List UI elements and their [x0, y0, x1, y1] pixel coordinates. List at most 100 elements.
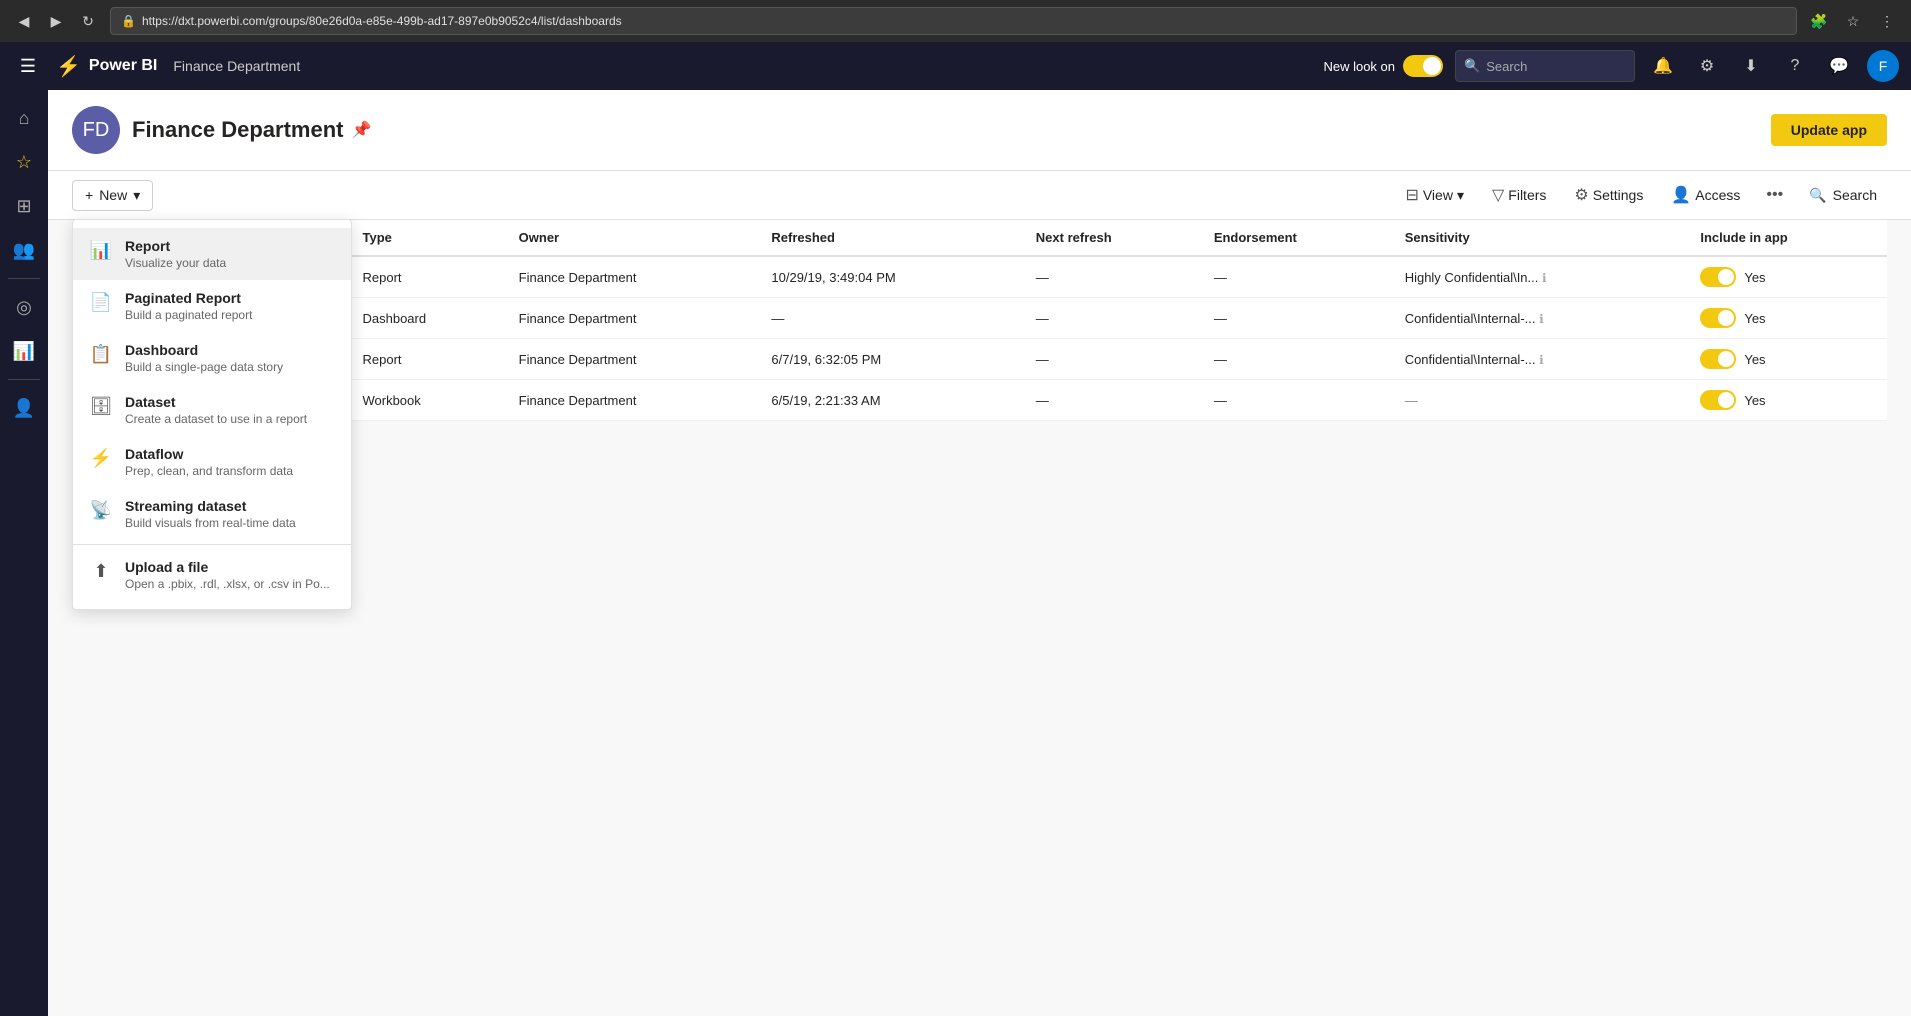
workspace-avatar: FD	[72, 106, 120, 154]
settings-button[interactable]: ⚙	[1691, 50, 1723, 82]
update-app-button[interactable]: Update app	[1771, 114, 1887, 146]
col-owner: Owner	[507, 220, 760, 256]
toggle-cell: Yes	[1700, 308, 1875, 328]
search-label: Search	[1833, 187, 1877, 203]
info-icon[interactable]: ℹ	[1539, 353, 1544, 367]
back-button[interactable]: ◀	[10, 7, 38, 35]
powerbi-text: Power BI	[89, 57, 157, 75]
access-icon: 👤	[1671, 185, 1691, 205]
cell-owner: Finance Department	[507, 298, 760, 339]
dropdown-item-upload[interactable]: ⬆ Upload a file Open a .pbix, .rdl, .xls…	[73, 549, 351, 601]
notification-button[interactable]: 🔔	[1647, 50, 1679, 82]
lock-icon: 🔒	[121, 14, 136, 28]
cell-owner: Finance Department	[507, 339, 760, 380]
dataset-title: Dataset	[125, 394, 307, 410]
include-toggle[interactable]	[1700, 308, 1736, 328]
cell-include-in-app: Yes	[1688, 298, 1887, 339]
cell-include-in-app: Yes	[1688, 256, 1887, 298]
download-button[interactable]: ⬇	[1735, 50, 1767, 82]
filters-button[interactable]: ▽ Filters	[1482, 179, 1556, 211]
new-look-label: New look on	[1323, 59, 1395, 74]
star-icon[interactable]: ☆	[1839, 7, 1867, 35]
sidebar-item-favorites[interactable]: ☆	[4, 142, 44, 182]
cell-endorsement: —	[1202, 339, 1393, 380]
dropdown-item-dataflow[interactable]: ⚡ Dataflow Prep, clean, and transform da…	[73, 436, 351, 488]
access-button[interactable]: 👤 Access	[1661, 179, 1750, 211]
new-look-switch[interactable]	[1403, 55, 1443, 77]
search-icon: 🔍	[1809, 187, 1826, 204]
dropdown-item-dashboard[interactable]: 📋 Dashboard Build a single-page data sto…	[73, 332, 351, 384]
cell-refreshed: 10/29/19, 3:49:04 PM	[759, 256, 1023, 298]
user-info-button[interactable]: 💬	[1823, 50, 1855, 82]
hamburger-button[interactable]: ☰	[12, 50, 44, 82]
filters-icon: ▽	[1492, 185, 1504, 205]
access-label: Access	[1695, 187, 1740, 203]
dataset-desc: Create a dataset to use in a report	[125, 412, 307, 426]
new-dropdown-icon: ▾	[133, 187, 140, 204]
plus-icon: +	[85, 187, 93, 203]
include-toggle[interactable]	[1700, 349, 1736, 369]
dropdown-item-dashboard-content: Dashboard Build a single-page data story	[125, 342, 283, 374]
settings-button[interactable]: ⚙ Settings	[1564, 179, 1653, 211]
new-button[interactable]: + New ▾	[72, 180, 153, 211]
upload-icon: ⬆	[89, 561, 113, 582]
address-bar[interactable]: 🔒 https://dxt.powerbi.com/groups/80e26d0…	[110, 7, 1797, 35]
dashboard-icon: 📋	[89, 344, 113, 365]
dropdown-item-paginated-report[interactable]: 📄 Paginated Report Build a paginated rep…	[73, 280, 351, 332]
info-icon[interactable]: ℹ	[1539, 312, 1544, 326]
upload-desc: Open a .pbix, .rdl, .xlsx, or .csv in Po…	[125, 577, 330, 591]
user-avatar[interactable]: F	[1867, 50, 1899, 82]
powerbi-icon: ⚡	[56, 54, 81, 79]
dropdown-item-streaming[interactable]: 📡 Streaming dataset Build visuals from r…	[73, 488, 351, 540]
include-toggle[interactable]	[1700, 390, 1736, 410]
sidebar-item-home[interactable]: ⌂	[4, 98, 44, 138]
sidebar-item-apps[interactable]: ⊞	[4, 186, 44, 226]
cell-owner: Finance Department	[507, 380, 760, 421]
dropdown-divider	[73, 544, 351, 545]
main-area: ⌂ ☆ ⊞ 👥 ◎ 📊 👤 FD Finance Department 📌 Up…	[0, 90, 1911, 1016]
sidebar-item-profile[interactable]: 👤	[4, 388, 44, 428]
cell-type: Report	[350, 339, 506, 380]
info-icon[interactable]: ℹ	[1542, 271, 1547, 285]
cell-type: Report	[350, 256, 506, 298]
cell-include-in-app: Yes	[1688, 380, 1887, 421]
top-nav: ☰ ⚡ Power BI Finance Department New look…	[0, 42, 1911, 90]
toggle-knob	[1423, 57, 1441, 75]
paginated-report-title: Paginated Report	[125, 290, 252, 306]
sidebar-item-shared[interactable]: 👥	[4, 230, 44, 270]
report-icon: 📊	[89, 240, 113, 261]
extensions-icon[interactable]: 🧩	[1805, 7, 1833, 35]
col-next-refresh: Next refresh	[1024, 220, 1202, 256]
col-endorsement: Endorsement	[1202, 220, 1393, 256]
view-label: View	[1423, 187, 1453, 203]
forward-button[interactable]: ▶	[42, 7, 70, 35]
dropdown-item-dataset-content: Dataset Create a dataset to use in a rep…	[125, 394, 307, 426]
search-button[interactable]: 🔍 Search	[1799, 181, 1887, 210]
more-options-button[interactable]: •••	[1758, 180, 1791, 210]
include-label: Yes	[1744, 352, 1765, 367]
browser-right-icons: 🧩 ☆ ⋮	[1805, 7, 1901, 35]
dropdown-item-dataset[interactable]: 🗄 Dataset Create a dataset to use in a r…	[73, 384, 351, 436]
cell-next-refresh: —	[1024, 256, 1202, 298]
paginated-report-desc: Build a paginated report	[125, 308, 252, 322]
sidebar-item-workspaces[interactable]: ◎	[4, 287, 44, 327]
settings-icon: ⚙	[1574, 185, 1588, 205]
cell-next-refresh: —	[1024, 298, 1202, 339]
view-button[interactable]: ⊟ View ▾	[1395, 179, 1474, 211]
workspace-pin-icon[interactable]: 📌	[352, 120, 372, 140]
streaming-desc: Build visuals from real-time data	[125, 516, 296, 530]
sidebar-item-datasets[interactable]: 📊	[4, 331, 44, 371]
dropdown-item-report[interactable]: 📊 Report Visualize your data	[73, 228, 351, 280]
cell-endorsement: —	[1202, 380, 1393, 421]
col-include-in-app: Include in app	[1688, 220, 1887, 256]
refresh-button[interactable]: ↻	[74, 7, 102, 35]
nav-search-box[interactable]: 🔍 Search	[1455, 50, 1635, 82]
browser-menu-icon[interactable]: ⋮	[1873, 7, 1901, 35]
include-toggle[interactable]	[1700, 267, 1736, 287]
toggle-knob	[1718, 392, 1734, 408]
url-text: https://dxt.powerbi.com/groups/80e26d0a-…	[142, 14, 622, 28]
dropdown-item-report-content: Report Visualize your data	[125, 238, 226, 270]
dataflow-icon: ⚡	[89, 448, 113, 469]
help-button[interactable]: ?	[1779, 50, 1811, 82]
view-icon: ⊟	[1405, 185, 1418, 205]
